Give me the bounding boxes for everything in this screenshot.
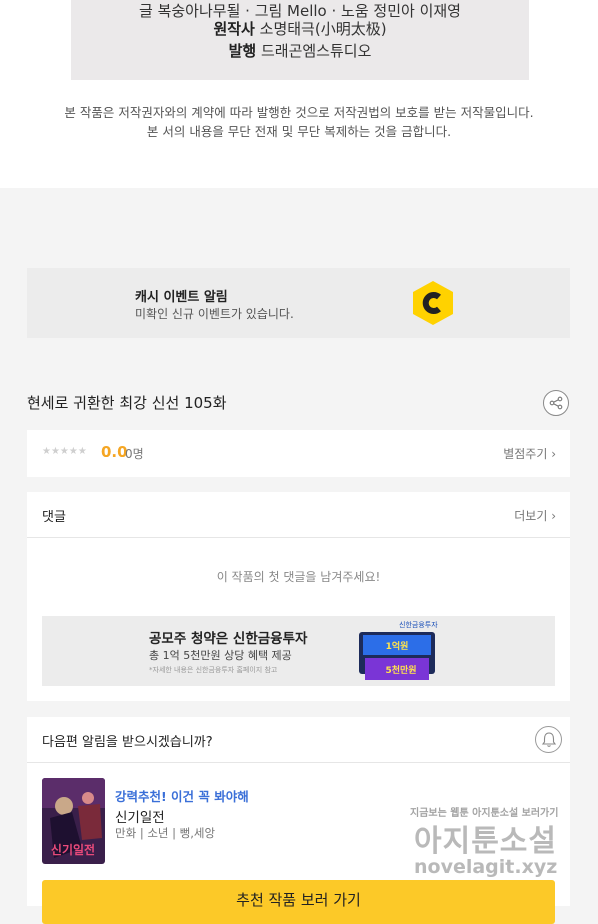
copyright-line-2: 본 서의 내용을 무단 전재 및 무단 복제하는 것을 금합니다. [146,124,452,139]
credits-line-author: 원작사 소명태극(小明太极) [71,18,529,39]
comment-card: 댓글 더보기 › 이 작품의 첫 댓글을 남겨주세요! 공모주 청약은 신한금융… [27,492,570,701]
rate-button[interactable]: 별점주기 › [503,445,556,462]
copyright-line-1: 본 작품은 저작권자와의 계약에 따라 발행한 것으로 저작권법의 보호를 받는… [64,105,534,120]
ad-banner[interactable]: 공모주 청약은 신한금융투자 총 1억 5천만원 상당 혜택 제공 *자세한 내… [42,616,555,686]
cash-event-banner[interactable]: 캐시 이벤트 알림 미확인 신규 이벤트가 있습니다. [27,268,570,338]
notify-question: 다음편 알림을 받으시겠습니까? [42,735,213,750]
publisher-value: 드래곤엠스튜디오 [260,42,372,60]
comment-empty-message: 이 작품의 첫 댓글을 남겨주세요! [216,570,381,584]
credits-section: 글 복숭아나무될 · 그림 Mello · 노움 정민아 이재영 원작사 소명태… [0,0,598,188]
rating-count: 0명 [125,447,144,461]
ad-fine-print: *자세한 내용은 신한금융투자 홈페이지 참고 [149,666,278,674]
bell-icon [541,732,557,747]
recommended-works-button[interactable]: 추천 작품 보러 가기 [42,880,555,924]
credits-box: 글 복숭아나무될 · 그림 Mello · 노움 정민아 이재영 원작사 소명태… [71,0,529,80]
ad-badge-bottom: 5천만원 [385,664,416,676]
ad-badge-top: 1억원 [386,640,409,652]
cash-event-title: 캐시 이벤트 알림 [135,290,228,305]
notify-header: 다음편 알림을 받으시겠습니까? [27,717,570,763]
author-value: 소명태극(小明太极) [259,20,387,38]
cash-c-icon [413,281,453,325]
ad-subtitle: 총 1억 5천만원 상당 혜택 제공 [149,649,292,662]
recommendation-meta: 만화 | 소년 | 뻥,세앙 [115,826,216,840]
publisher-label: 발행 [228,42,257,60]
rating-stars: ★★★★★ [42,446,87,457]
rating-card: ★★★★★ 0.0 0명 별점주기 › [27,430,570,477]
recommendation-tag[interactable]: 강력추천! 이건 꼭 봐야해 [115,786,249,805]
ad-phone-image: 1억원 5천만원 [359,632,435,680]
copyright-notice: 본 작품은 저작권자와의 계약에 따라 발행한 것으로 저작권법의 보호를 받는… [0,103,598,141]
rating-score: 0.0 [101,443,128,461]
ad-brand: 신한금융투자 [399,621,438,629]
notify-card: 다음편 알림을 받으시겠습니까? 신기일전 강력추천! 이건 꼭 봐야해 신기일… [27,717,570,924]
author-label: 원작사 [213,20,255,38]
comment-more-link[interactable]: 더보기 › [514,507,556,524]
share-icon [549,396,563,410]
recommendation-title[interactable]: 신기일전 [115,806,165,826]
share-button[interactable] [543,390,569,416]
cash-event-subtitle: 미확인 신규 이벤트가 있습니다. [135,307,294,321]
ad-title: 공모주 청약은 신한금융투자 [149,631,308,647]
work-title: 현세로 귀환한 최강 신선 105화 [27,394,227,412]
credits-line-publisher: 발행 드래곤엠스튜디오 [71,40,529,61]
comment-header: 댓글 더보기 › [27,492,570,538]
thumbnail-title: 신기일전 [51,842,95,857]
recommendation-thumbnail[interactable]: 신기일전 [42,778,105,864]
comment-title: 댓글 [42,510,66,525]
notify-bell-button[interactable] [535,726,562,753]
